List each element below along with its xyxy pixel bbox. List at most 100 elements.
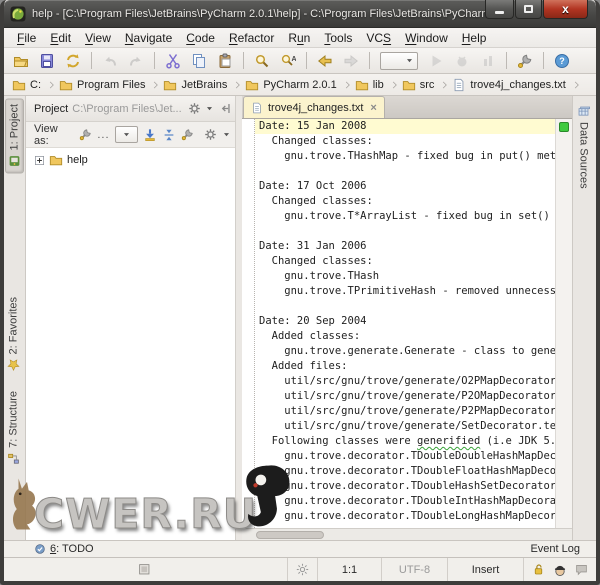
more-options-label[interactable]: ... [97,129,109,141]
folder-icon [245,78,259,92]
chevron-down-icon [122,130,131,139]
toolbar-separator [154,52,155,69]
run-configuration-select[interactable] [380,51,418,70]
synchronize-button[interactable] [62,50,84,72]
menu-item-help[interactable]: Help [455,30,494,46]
lock-icon[interactable] [532,563,545,576]
stripe-tab--structure[interactable]: 7: Structure [5,386,22,470]
editor: trove4j_changes.txt × Date: 15 Jan 2008 … [242,96,572,540]
folder-icon [355,78,369,92]
back-button[interactable] [314,50,336,72]
debug-button [451,50,473,72]
expand-icon[interactable] [34,155,45,166]
stripe-tab-data-sources[interactable]: Data Sources [575,100,592,194]
editor-tab[interactable]: trove4j_changes.txt × [243,96,385,118]
tab-close-icon[interactable]: × [370,102,376,114]
hide-panel-icon[interactable] [218,102,231,115]
menu-item-window[interactable]: Window [398,30,455,46]
menu-item-edit[interactable]: Edit [43,30,78,46]
tree-node-help[interactable]: help [34,153,235,167]
svg-text:A: A [292,56,297,63]
view-as-select[interactable] [114,126,138,143]
tool-window-toggle-icon[interactable] [138,563,151,576]
menu-item-navigate[interactable]: Navigate [118,30,179,46]
menu-item-file[interactable]: File [10,30,43,46]
project-panel-path: C:\Program Files\Jet... [72,102,182,115]
copy-button[interactable] [188,50,210,72]
caret-position[interactable]: 1:1 [317,558,381,581]
window-title: help - [C:\Program Files\JetBrains\PyCha… [32,7,506,20]
menu-item-refactor[interactable]: Refactor [222,30,281,46]
chevron-right-icon [151,78,161,92]
inspections-profile-icon[interactable] [553,563,567,577]
menu-item-vcs[interactable]: VCS [359,30,398,46]
code-area[interactable]: Date: 15 Jan 2008 Changed classes: gnu.t… [255,119,555,528]
settings-button[interactable] [514,50,536,72]
help-button[interactable]: ? [551,50,573,72]
code-line: gnu.trove.decorator.TDoubleFloatHashMapD… [259,465,555,477]
breadcrumb-item[interactable]: Program Files [59,78,163,92]
main-area: 1: Project 2: Favorites 7: Structure Proje… [4,96,596,540]
code-line: Date: 31 Jan 2006 [259,240,367,252]
folder-icon [12,78,26,92]
chevron-right-icon [440,78,450,92]
replace-button[interactable]: A [277,50,299,72]
code-line: gnu.trove.THash [259,270,380,282]
wrench-icon[interactable] [79,128,92,141]
find-button[interactable] [251,50,273,72]
breadcrumb-label: src [419,78,435,91]
inspection-status-indicator[interactable] [559,122,569,132]
inspection-stripe[interactable] [555,119,572,528]
close-button[interactable]: x [543,0,588,19]
scroll-to-source-icon[interactable] [143,128,157,142]
gear-icon[interactable] [204,128,217,141]
todo-tab[interactable]: 6: TODO [34,543,94,555]
breadcrumb-item[interactable]: JetBrains [163,78,245,92]
breadcrumb-item[interactable]: PyCharm 2.0.1 [245,78,354,92]
event-log-tab[interactable]: Event Log [530,543,580,555]
minimize-button[interactable] [485,0,514,19]
chevron-right-icon [390,78,400,92]
chevron-down-icon [405,56,414,65]
horizontal-scrollbar[interactable] [242,528,572,540]
scrollbar-thumb[interactable] [256,531,324,539]
stripe-tab--favorites[interactable]: 2: Favorites [5,292,22,376]
breadcrumb-item[interactable]: src [402,78,453,92]
wrench-icon[interactable] [181,128,194,141]
file-encoding[interactable]: UTF-8 [381,558,447,581]
breadcrumb-label: lib [372,78,384,91]
menu-item-run[interactable]: Run [281,30,317,46]
toolbar-separator [369,52,370,69]
gear-icon[interactable] [188,102,201,115]
menu-item-code[interactable]: Code [179,30,222,46]
maximize-button[interactable] [515,0,542,19]
paste-button[interactable] [214,50,236,72]
back-icon [317,53,333,69]
chevron-down-icon[interactable] [205,104,214,113]
code-line: util/src/gnu/trove/generate/SetDecorator… [259,420,555,432]
editor-tab-label: trove4j_changes.txt [268,101,364,114]
code-line: Added files: [259,360,348,372]
breadcrumb-item[interactable]: C: [12,78,59,92]
code-line: Added classes: [259,330,361,342]
chevron-right-icon [343,78,353,92]
menu-item-tools[interactable]: Tools [317,30,359,46]
data-sources-icon [577,105,590,118]
save-all-button[interactable] [36,50,58,72]
feedback-bubble-icon[interactable] [575,563,588,576]
open-file-button[interactable] [10,50,32,72]
breadcrumb-item[interactable]: lib [355,78,402,92]
file-icon [452,78,466,92]
menu-item-view[interactable]: View [78,30,118,46]
breadcrumb-item[interactable]: trove4j_changes.txt [452,78,583,92]
cut-button[interactable] [162,50,184,72]
background-tasks-cell[interactable] [287,558,317,581]
folder-icon [163,78,177,92]
collapse-all-icon[interactable] [162,128,176,142]
view-as-label: View as: [34,122,58,147]
code-line: gnu.trove.generate.Generate - class to g… [259,345,555,357]
insert-mode[interactable]: Insert [447,558,523,581]
editor-gutter [242,119,255,528]
stripe-tab--project[interactable]: 1: Project [5,98,24,174]
help-icon: ? [554,53,570,69]
